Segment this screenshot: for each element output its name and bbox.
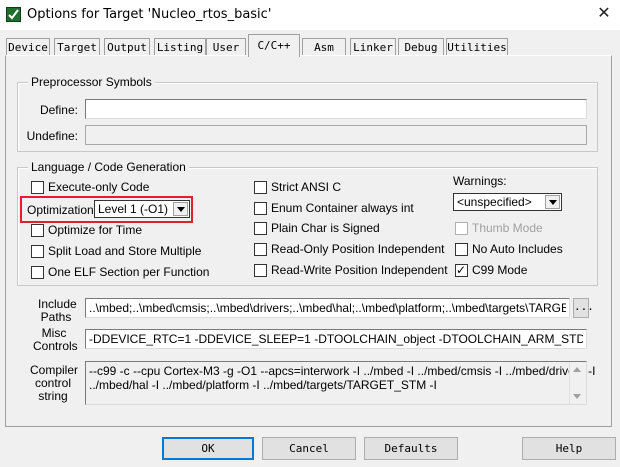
help-button[interactable]: Help	[522, 437, 616, 460]
include-paths-label: Include Paths	[38, 297, 77, 324]
title-bar: Options for Target 'Nucleo_rtos_basic' ✕	[0, 0, 620, 30]
optimize-time-checkbox[interactable]	[31, 224, 44, 237]
scroll-up-icon[interactable]	[573, 367, 581, 372]
compiler-control-label: Compiler control string	[30, 363, 79, 403]
c99-mode-checkbox[interactable]: ✓	[455, 263, 468, 277]
strict-ansi-checkbox[interactable]	[254, 181, 267, 194]
one-elf-checkbox[interactable]	[31, 266, 44, 279]
ro-position-label: Read-Only Position Independent	[271, 242, 445, 256]
thumb-mode-checkbox	[455, 222, 468, 235]
language-group-title: Language / Code Generation	[28, 160, 189, 174]
defaults-button[interactable]: Defaults	[364, 437, 458, 460]
optimization-label: Optimization:	[27, 203, 98, 217]
thumb-mode-label: Thumb Mode	[472, 221, 543, 235]
execute-only-checkbox[interactable]	[31, 181, 44, 194]
undefine-label: Undefine:	[26, 129, 78, 143]
warnings-select[interactable]: <unspecified>	[453, 193, 562, 211]
rw-position-label: Read-Write Position Independent	[271, 263, 448, 277]
warnings-label: Warnings:	[453, 174, 507, 188]
chevron-down-icon	[545, 195, 560, 209]
split-load-label: Split Load and Store Multiple	[48, 244, 202, 258]
checkmark-icon: ✓	[456, 263, 467, 277]
include-paths-browse-button[interactable]: ...	[573, 298, 594, 318]
misc-controls-field[interactable]: -DDEVICE_RTC=1 -DDEVICE_SLEEP=1 -DTOOLCH…	[85, 329, 587, 349]
preprocessor-group-title: Preprocessor Symbols	[28, 75, 155, 89]
ro-position-checkbox[interactable]	[254, 243, 267, 256]
app-icon	[6, 7, 21, 22]
define-label: Define:	[39, 103, 78, 117]
compiler-control-scrollbar[interactable]	[569, 362, 586, 404]
rw-position-checkbox[interactable]	[254, 264, 267, 277]
scroll-down-icon[interactable]	[573, 394, 581, 399]
close-icon[interactable]: ✕	[592, 3, 616, 25]
plain-char-label: Plain Char is Signed	[271, 221, 380, 235]
ok-button[interactable]: OK	[162, 437, 254, 460]
window-title: Options for Target 'Nucleo_rtos_basic'	[27, 7, 272, 22]
undefine-field	[85, 125, 587, 145]
plain-char-checkbox[interactable]	[254, 222, 267, 235]
optimize-time-label: Optimize for Time	[48, 223, 143, 237]
compiler-control-field: --c99 -c --cpu Cortex-M3 -g -O1 --apcs=i…	[85, 361, 595, 405]
no-auto-includes-checkbox[interactable]	[455, 243, 468, 256]
misc-controls-label: Misc Controls	[33, 326, 78, 353]
c99-mode-label: C99 Mode	[472, 263, 528, 277]
strict-ansi-label: Strict ANSI C	[271, 180, 342, 194]
optimization-select[interactable]: Level 1 (-O1)	[94, 200, 190, 218]
no-auto-includes-label: No Auto Includes	[472, 242, 563, 256]
split-load-checkbox[interactable]	[31, 245, 44, 258]
tab-c-cpp[interactable]: C/C++	[248, 34, 300, 57]
execute-only-label: Execute-only Code	[48, 180, 150, 194]
one-elf-label: One ELF Section per Function	[48, 265, 210, 279]
enum-container-checkbox[interactable]	[254, 202, 267, 215]
enum-container-label: Enum Container always int	[271, 201, 414, 215]
define-field[interactable]	[85, 99, 587, 119]
compiler-control-line-1: --c99 -c --cpu Cortex-M3 -g -O1 --apcs=i…	[89, 364, 596, 378]
cancel-button[interactable]: Cancel	[262, 437, 356, 460]
include-paths-field[interactable]: ..\mbed;..\mbed\cmsis;..\mbed\drivers;..…	[85, 298, 570, 318]
compiler-control-line-2: ../mbed/hal -I ../mbed/platform -I ../mb…	[89, 378, 437, 392]
chevron-down-icon	[173, 202, 188, 216]
